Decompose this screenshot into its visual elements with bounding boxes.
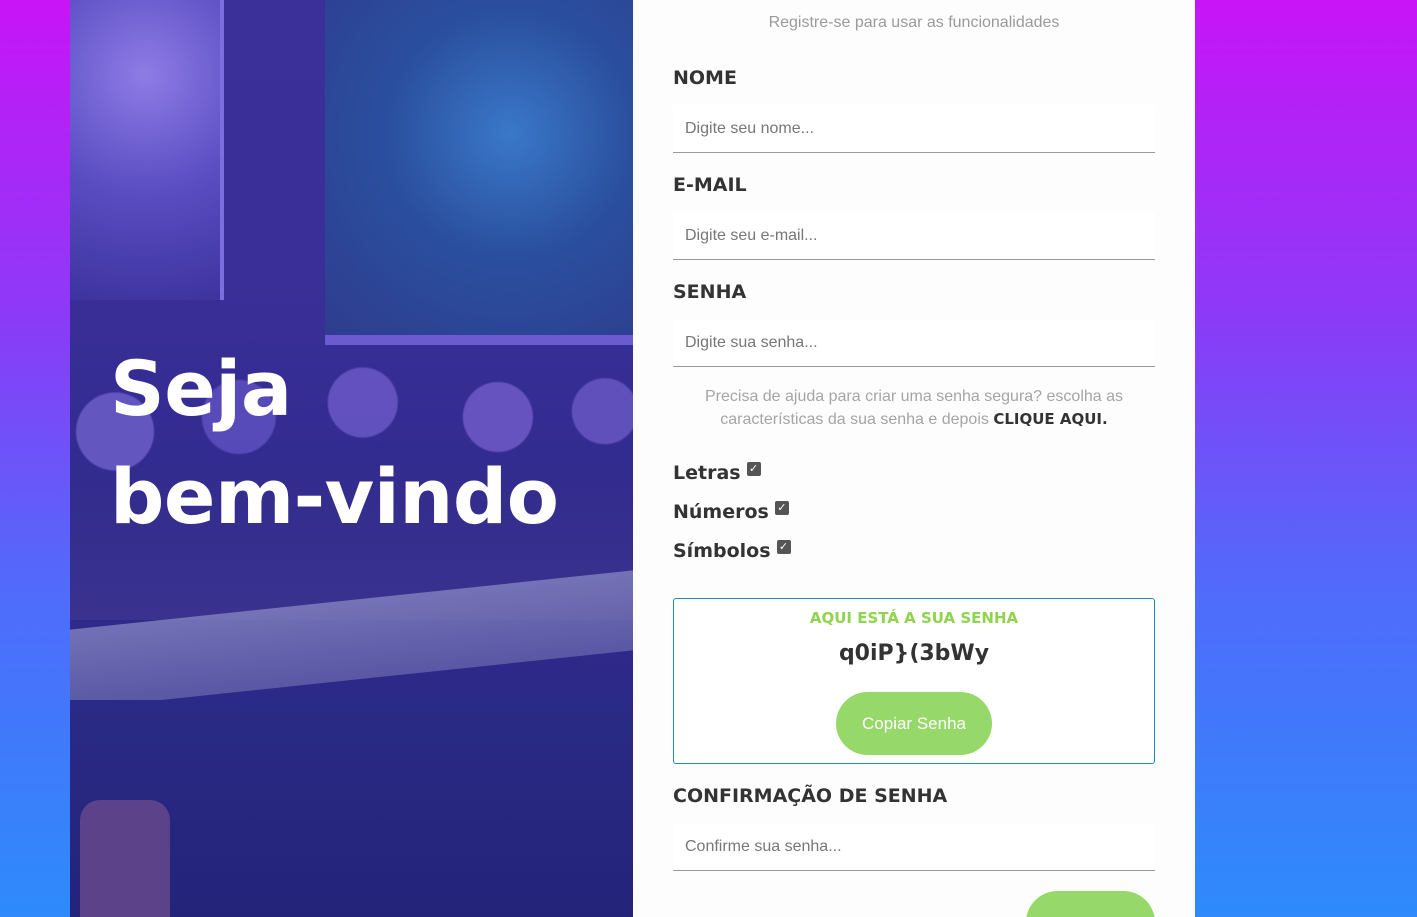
generated-password-box: AQUI ESTÁ A SUA SENHA q0iP}(3bWy Copiar … <box>673 598 1155 764</box>
email-label: E-MAIL <box>673 174 747 196</box>
welcome-title-line2: bem-vindo <box>110 452 559 541</box>
option-symbols[interactable]: Símbolos ✓ <box>673 540 791 562</box>
page-container: Seja bem-vindo Registre-se para usar as … <box>70 0 1195 917</box>
welcome-title: Seja bem-vindo <box>110 335 559 551</box>
submit-button[interactable] <box>1026 891 1155 917</box>
option-letters-checkbox[interactable]: ✓ <box>746 462 761 476</box>
password-input[interactable] <box>673 319 1155 367</box>
register-form: Registre-se para usar as funcionalidades… <box>633 0 1195 917</box>
name-label: NOME <box>673 67 737 89</box>
hero-illustration-poster <box>70 0 224 300</box>
generated-password-value: q0iP}(3bWy <box>838 641 990 666</box>
email-input[interactable] <box>673 212 1155 260</box>
option-numbers[interactable]: Números ✓ <box>673 501 789 523</box>
option-symbols-label: Símbolos <box>673 540 771 562</box>
option-symbols-checkbox[interactable]: ✓ <box>776 540 791 554</box>
hero-illustration-board <box>325 0 633 345</box>
hero-illustration-bag <box>80 800 170 917</box>
option-numbers-label: Números <box>673 501 769 523</box>
form-subtitle: Registre-se para usar as funcionalidades <box>768 14 1060 31</box>
option-letters[interactable]: Letras ✓ <box>673 462 761 484</box>
copy-password-button[interactable]: Copiar Senha <box>836 692 992 755</box>
option-letters-label: Letras <box>673 462 741 484</box>
hero-panel: Seja bem-vindo <box>70 0 633 917</box>
generated-password-heading: AQUI ESTÁ A SUA SENHA <box>809 609 1019 627</box>
confirm-password-input[interactable] <box>673 823 1155 871</box>
password-help-text: Precisa de ajuda para criar uma senha se… <box>673 386 1155 431</box>
generate-password-link[interactable]: CLIQUE AQUI. <box>993 410 1107 428</box>
password-label: SENHA <box>673 281 747 303</box>
confirm-password-label: CONFIRMAÇÃO DE SENHA <box>673 785 948 807</box>
name-input[interactable] <box>673 105 1155 153</box>
welcome-title-line1: Seja <box>110 344 292 433</box>
option-numbers-checkbox[interactable]: ✓ <box>774 501 789 515</box>
